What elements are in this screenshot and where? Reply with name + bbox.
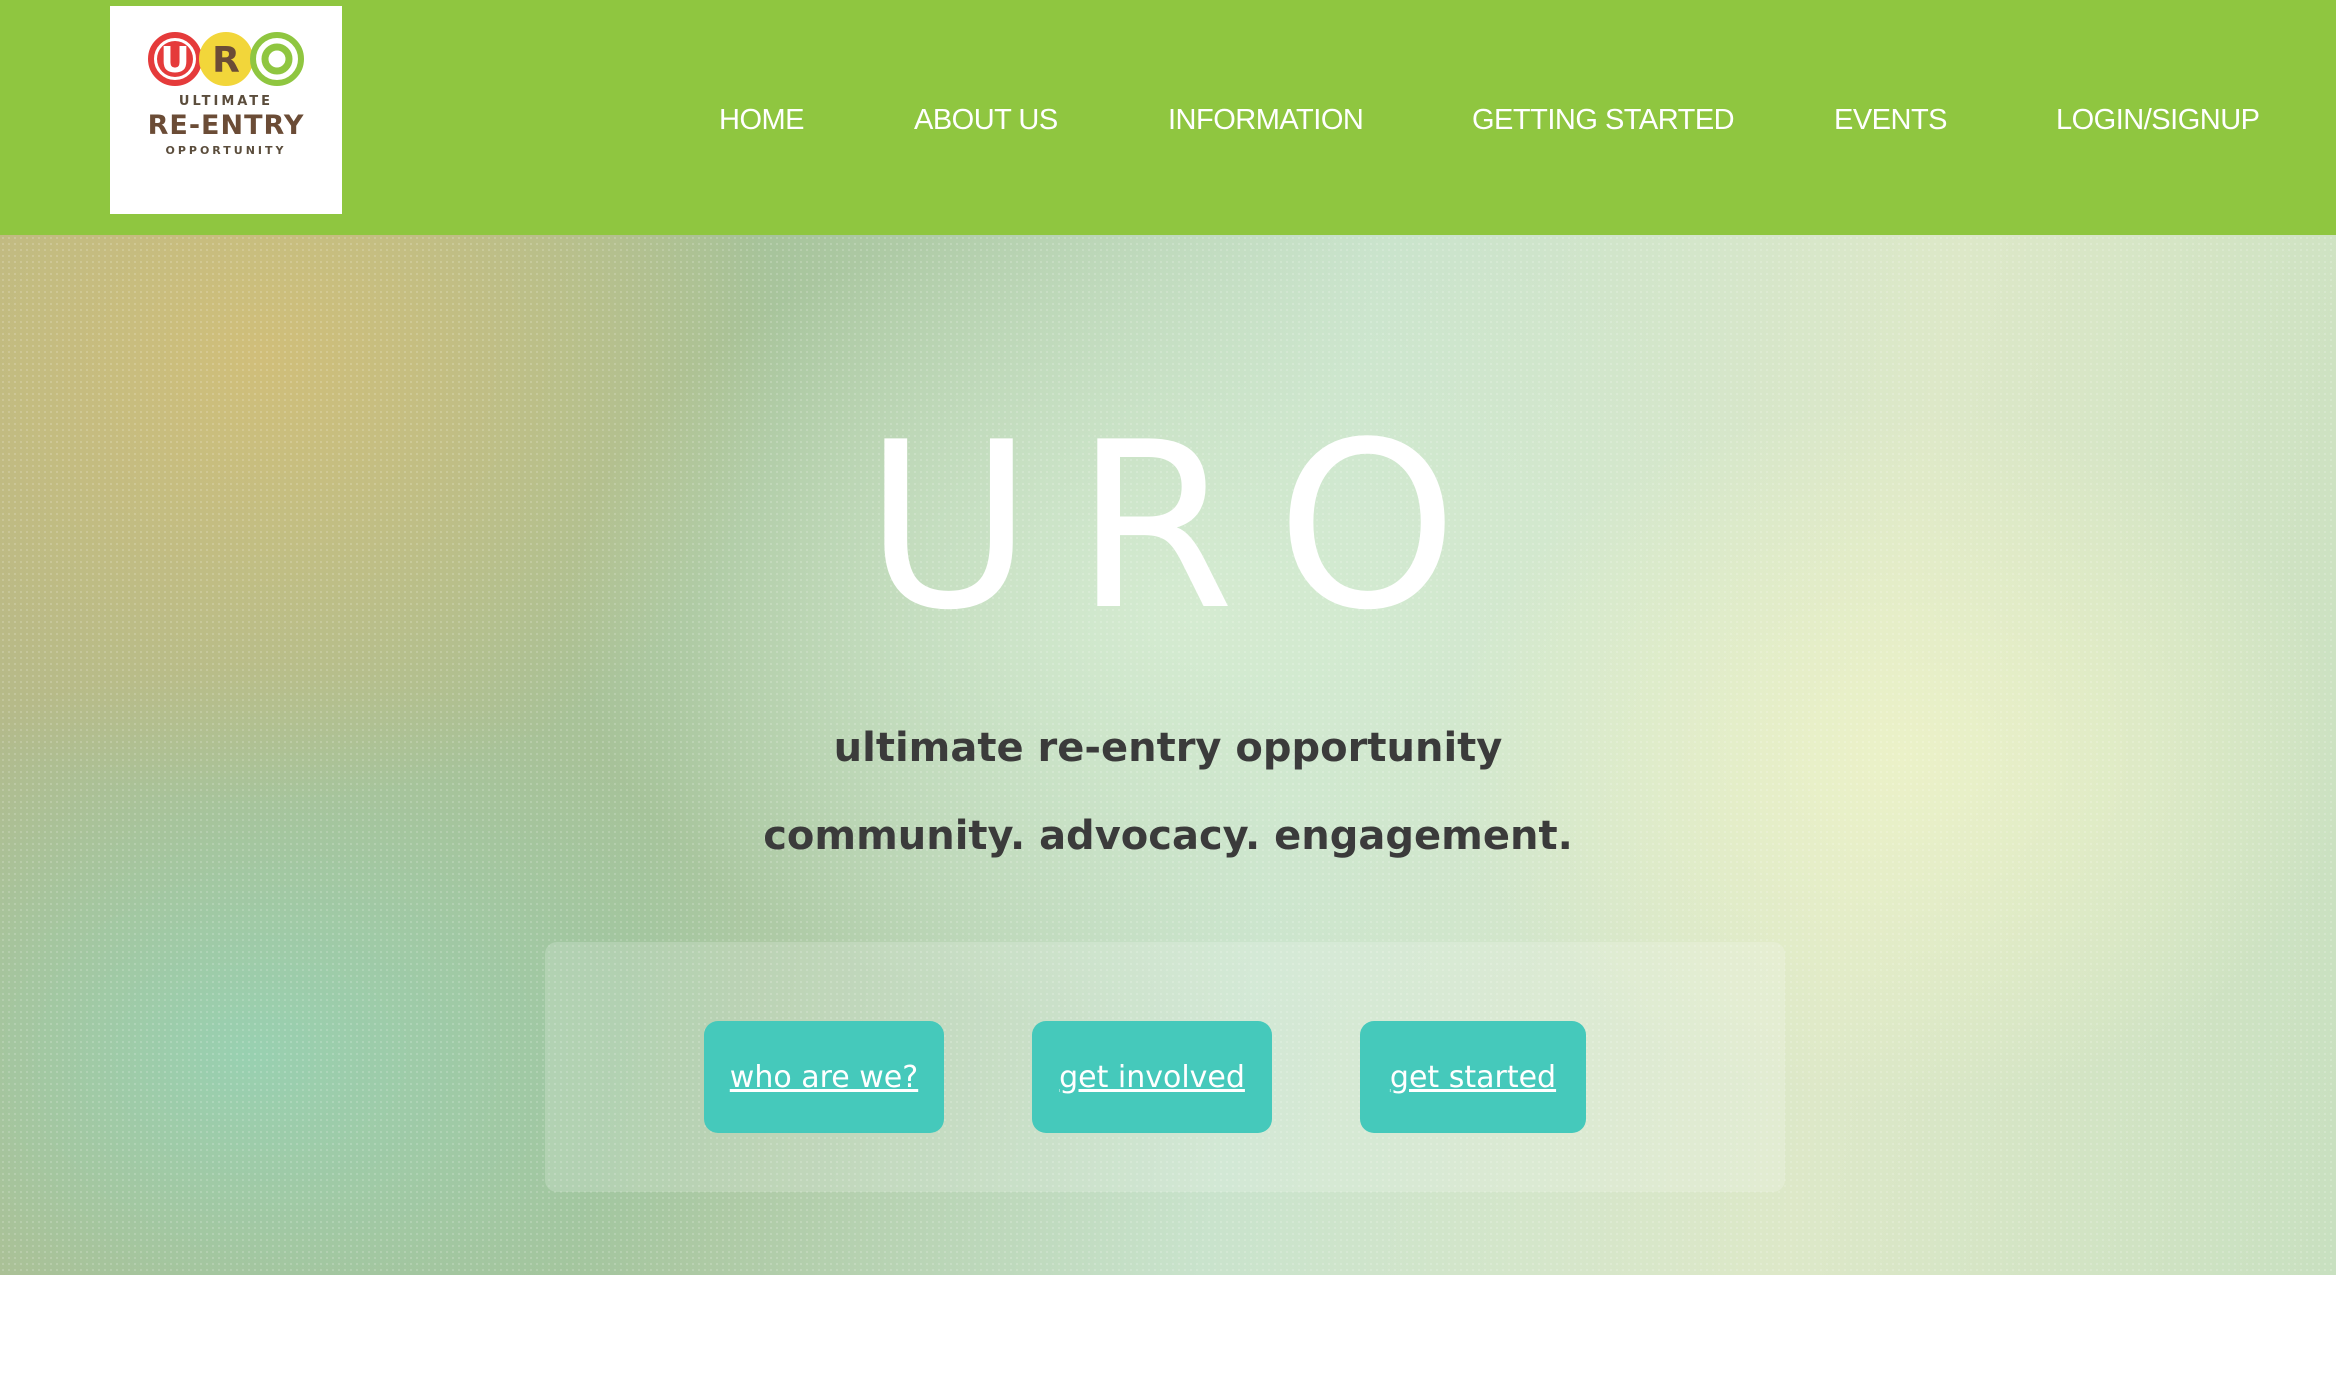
nav-information[interactable]: INFORMATION — [1168, 104, 1364, 137]
hero-subtitle: ultimate re-entry opportunity — [833, 725, 1503, 771]
get-started-button[interactable]: get started — [1360, 1021, 1586, 1133]
logo-letter-u: U — [160, 40, 189, 81]
uro-logo-mark: U R — [148, 32, 304, 86]
logo-letter-r: R — [212, 40, 240, 81]
nav-login-signup[interactable]: LOGIN/SIGNUP — [2056, 104, 2260, 137]
who-are-we-button[interactable]: who are we? — [704, 1021, 944, 1133]
hero-title: URO — [864, 394, 1500, 661]
uro-logo[interactable]: U R ULTIMATE RE-ENTRY OPPORTUNITY — [110, 6, 342, 214]
site-header: U R ULTIMATE RE-ENTRY OPPORTUNITY HOME A… — [0, 0, 2336, 235]
hero-section: URO ultimate re-entry opportunity commun… — [0, 235, 2336, 1275]
nav-home[interactable]: HOME — [719, 104, 805, 137]
logo-text-re-entry: RE-ENTRY — [147, 110, 305, 141]
page-content-start — [0, 1275, 2336, 1380]
nav-getting-started[interactable]: GETTING STARTED — [1472, 104, 1735, 137]
get-involved-button[interactable]: get involved — [1032, 1021, 1272, 1133]
logo-text-ultimate: ULTIMATE — [178, 94, 274, 109]
logo-text-opportunity: OPPORTUNITY — [165, 144, 287, 157]
nav-events[interactable]: EVENTS — [1834, 104, 1948, 137]
nav-about-us[interactable]: ABOUT US — [914, 104, 1058, 137]
hero-tagline: community. advocacy. engagement. — [763, 813, 1573, 859]
